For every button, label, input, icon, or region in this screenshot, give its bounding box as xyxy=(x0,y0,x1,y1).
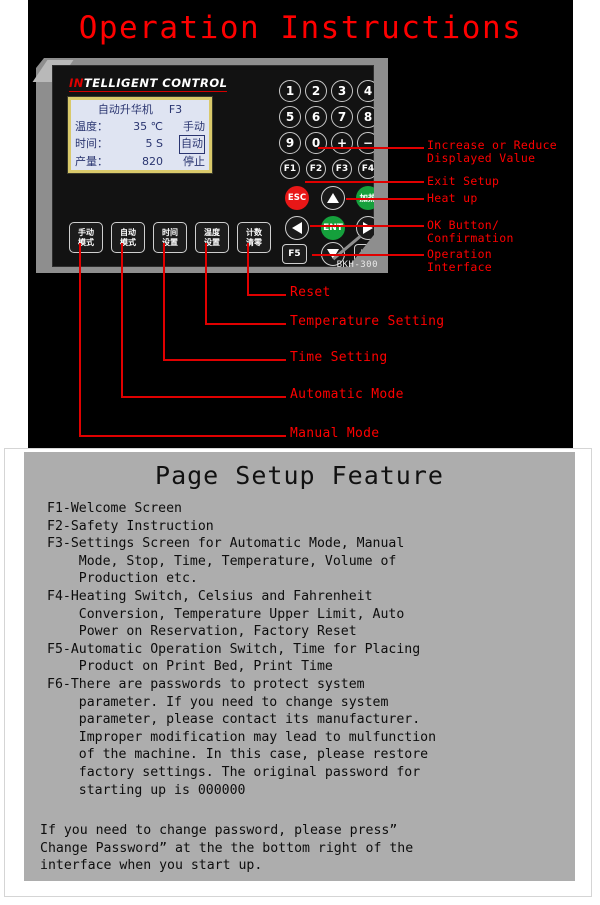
lcd-temp-label: 温度： xyxy=(75,119,108,133)
label-line1: 手动 xyxy=(78,228,94,237)
key-0[interactable]: 0 xyxy=(305,132,327,154)
annotation-manual-mode: Manual Mode xyxy=(290,426,380,441)
key-f3[interactable]: F3 xyxy=(332,159,352,179)
lcd-time-mode-selected: 自动 xyxy=(179,135,205,154)
key-f2[interactable]: F2 xyxy=(306,159,326,179)
triangle-up-icon xyxy=(327,193,339,203)
button-automatic-mode[interactable]: 自动 模式 xyxy=(111,222,145,253)
lcd-production-label: 产量： xyxy=(75,154,108,168)
key-1[interactable]: 1 xyxy=(279,80,301,102)
key-f1[interactable]: F1 xyxy=(280,159,300,179)
setup-body-text: F1-Welcome Screen F2-Safety Instruction … xyxy=(47,501,437,798)
lcd-page-code: F3 xyxy=(168,103,183,116)
lcd-time-label: 时间： xyxy=(75,137,108,150)
button-time-setting[interactable]: 时间 设置 xyxy=(153,222,187,253)
key-7[interactable]: 7 xyxy=(331,106,353,128)
annotation-ok-button: OK Button/ Confirmation xyxy=(427,218,514,245)
leader-line-increase-reduce xyxy=(318,147,424,149)
annotation-increase-reduce: Increase or Reduce Displayed Value xyxy=(427,138,558,165)
control-panel-device: INTELLIGENT CONTROL 自动升华机 F3 温度： 35 ℃ 手动… xyxy=(32,58,388,273)
device-model-label: BKH-300 xyxy=(336,260,378,270)
button-manual-mode[interactable]: 手动 模式 xyxy=(69,222,103,253)
lcd-title-row: 自动升华机 F3 xyxy=(75,102,205,119)
setup-footer-text: If you need to change password, please p… xyxy=(40,823,414,874)
key-enter[interactable]: ENT xyxy=(321,216,345,240)
lcd-production-value: 820 xyxy=(142,154,163,168)
annotation-operation-interface: Operation Interface xyxy=(427,247,493,274)
button-reset-count[interactable]: 计数 清零 xyxy=(237,222,271,253)
lcd-temp-mode: 手动 xyxy=(183,119,205,133)
leader-line-exit-setup xyxy=(305,181,424,183)
brand-prefix: IN xyxy=(69,76,84,90)
leader-h-automatic-mode xyxy=(121,396,286,398)
leader-h-reset xyxy=(247,294,286,296)
annotation-heat-up: Heat up xyxy=(427,191,478,205)
label-line1: 计数 xyxy=(246,228,262,237)
leader-v-reset xyxy=(247,243,249,295)
lcd-time-value: 5 S xyxy=(145,137,163,150)
lcd-row-time: 时间： 5 S 自动 xyxy=(75,135,205,154)
lcd-temp-value: 35 ℃ xyxy=(133,119,163,133)
label-line1: 时间 xyxy=(162,228,178,237)
label-line1: 温度 xyxy=(204,228,220,237)
leader-line-ok-button xyxy=(310,225,424,227)
annotation-time-setting: Time Setting xyxy=(290,350,388,365)
brand-rest: TELLIGENT CONTROL xyxy=(83,76,228,90)
lcd-production-mode: 停止 xyxy=(183,154,205,168)
key-esc[interactable]: ESC xyxy=(285,186,309,210)
leader-line-heat-up xyxy=(346,198,424,200)
leader-v-manual-mode xyxy=(79,243,81,436)
leader-v-time-setting xyxy=(163,243,165,360)
key-arrow-left[interactable] xyxy=(285,216,309,240)
button-temperature-setting[interactable]: 温度 设置 xyxy=(195,222,229,253)
leader-line-operation-interface xyxy=(312,254,424,256)
lcd-screen-name: 自动升华机 xyxy=(97,103,153,116)
lcd-screen: 自动升华机 F3 温度： 35 ℃ 手动 时间： 5 S 自动 产量： 820 … xyxy=(71,100,209,170)
key-f5[interactable]: F5 xyxy=(282,244,307,264)
key-5[interactable]: 5 xyxy=(279,106,301,128)
label-line1: 自动 xyxy=(120,228,136,237)
lcd-row-temperature: 温度： 35 ℃ 手动 xyxy=(75,119,205,136)
leader-v-temperature-setting xyxy=(205,243,207,324)
triangle-left-icon xyxy=(292,222,302,234)
lcd-row-production: 产量： 820 停止 xyxy=(75,154,205,171)
setup-title: Page Setup Feature xyxy=(155,461,444,490)
key-plus-icon[interactable]: + xyxy=(331,132,353,154)
leader-h-time-setting xyxy=(163,359,286,361)
key-9[interactable]: 9 xyxy=(279,132,301,154)
device-face: INTELLIGENT CONTROL 自动升华机 F3 温度： 35 ℃ 手动… xyxy=(52,65,374,267)
annotation-temperature-setting: Temperature Setting xyxy=(290,314,445,329)
key-arrow-up[interactable] xyxy=(321,186,345,210)
page-title: Operation Instructions xyxy=(78,10,523,46)
leader-v-automatic-mode xyxy=(121,243,123,397)
key-2[interactable]: 2 xyxy=(305,80,327,102)
lcd-frame: 自动升华机 F3 温度： 35 ℃ 手动 时间： 5 S 自动 产量： 820 … xyxy=(67,96,213,174)
key-6[interactable]: 6 xyxy=(305,106,327,128)
annotation-automatic-mode: Automatic Mode xyxy=(290,387,404,402)
brand-logo: INTELLIGENT CONTROL xyxy=(69,76,228,92)
annotation-exit-setup: Exit Setup xyxy=(427,174,500,188)
leader-h-temperature-setting xyxy=(205,323,286,325)
triangle-right-icon xyxy=(363,222,373,234)
key-3[interactable]: 3 xyxy=(331,80,353,102)
annotation-reset: Reset xyxy=(290,285,331,300)
leader-h-manual-mode xyxy=(79,435,286,437)
